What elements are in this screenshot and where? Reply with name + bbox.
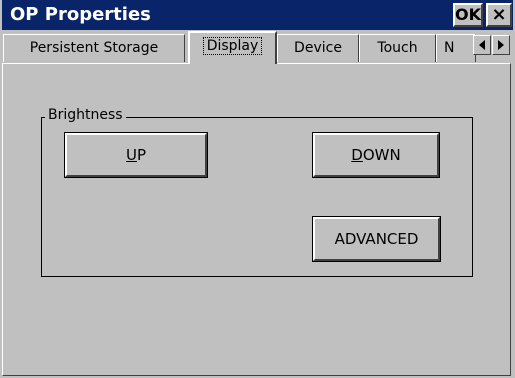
tab-label: Touch xyxy=(377,40,418,56)
ok-button[interactable]: OK xyxy=(453,3,483,27)
brightness-down-button[interactable]: DOWN xyxy=(312,132,440,178)
tab-label: Persistent Storage xyxy=(29,40,159,56)
tab-touch[interactable]: Touch xyxy=(359,34,436,62)
tab-overflow[interactable]: N xyxy=(436,34,476,62)
arrow-right-icon xyxy=(498,40,504,50)
brightness-up-button[interactable]: UP xyxy=(64,132,208,178)
tab-display[interactable]: Display xyxy=(188,31,277,64)
window-title: OP Properties xyxy=(10,4,151,25)
tab-label: N xyxy=(444,40,455,56)
tab-strip: Persistent Storage Device Touch N Displa… xyxy=(0,30,515,64)
title-bar: OP Properties OK × xyxy=(2,0,513,30)
tab-label: Display xyxy=(202,37,263,55)
advanced-button[interactable]: ADVANCED xyxy=(312,216,441,262)
down-mnemonic: D xyxy=(351,146,363,164)
down-label-rest: OWN xyxy=(362,146,401,164)
up-label-rest: P xyxy=(136,146,147,164)
tab-persistent-storage[interactable]: Persistent Storage xyxy=(3,34,185,62)
tab-scroll-left-button[interactable] xyxy=(473,35,491,55)
tab-device[interactable]: Device xyxy=(277,34,359,62)
tab-label: Device xyxy=(294,40,342,56)
op-properties-window: OP Properties OK × Persistent Storage De… xyxy=(0,0,515,378)
up-mnemonic: U xyxy=(125,146,137,164)
tab-scroll-right-button[interactable] xyxy=(492,35,510,55)
brightness-group-label: Brightness xyxy=(45,107,126,123)
close-button[interactable]: × xyxy=(486,3,512,27)
arrow-left-icon xyxy=(479,40,485,50)
